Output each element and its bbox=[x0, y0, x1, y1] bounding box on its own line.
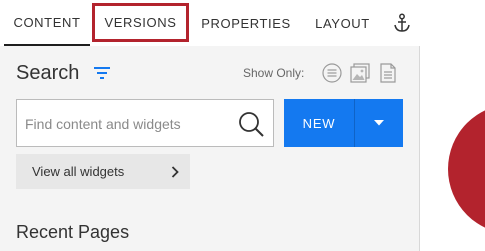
tab-layout-label: LAYOUT bbox=[315, 15, 370, 31]
new-button[interactable]: NEW bbox=[284, 99, 354, 147]
view-all-widgets-button[interactable]: View all widgets bbox=[16, 154, 190, 189]
filter-icon[interactable] bbox=[92, 64, 112, 82]
new-button-label: NEW bbox=[302, 115, 336, 131]
tab-properties[interactable]: PROPERTIES bbox=[195, 0, 297, 46]
document-icon[interactable] bbox=[377, 62, 399, 84]
page-preview bbox=[420, 46, 485, 251]
image-icon[interactable] bbox=[349, 62, 371, 84]
tab-bar: CONTENT VERSIONS PROPERTIES LAYOUT bbox=[0, 0, 420, 46]
recent-pages-heading: Recent Pages bbox=[16, 222, 130, 242]
chevron-right-icon bbox=[171, 166, 179, 178]
search-field bbox=[16, 99, 274, 147]
tab-layout[interactable]: LAYOUT bbox=[305, 0, 380, 46]
list-icon[interactable] bbox=[321, 62, 343, 84]
magnifier-icon[interactable] bbox=[237, 110, 265, 138]
tab-versions-label: VERSIONS bbox=[104, 15, 177, 30]
tab-content-label: CONTENT bbox=[13, 14, 81, 30]
preview-red-shape bbox=[448, 104, 485, 234]
show-only-label: Show Only: bbox=[243, 66, 305, 80]
tab-properties-label: PROPERTIES bbox=[201, 15, 291, 31]
tab-anchor[interactable] bbox=[387, 0, 417, 46]
caret-down-icon bbox=[374, 120, 384, 126]
tab-content[interactable]: CONTENT bbox=[4, 0, 90, 46]
tab-versions[interactable]: VERSIONS bbox=[92, 3, 189, 42]
new-dropdown-button[interactable] bbox=[355, 99, 403, 147]
anchor-icon bbox=[394, 13, 410, 32]
search-title: Search bbox=[16, 62, 80, 84]
search-input[interactable] bbox=[25, 113, 225, 135]
view-all-widgets-label: View all widgets bbox=[32, 164, 125, 179]
